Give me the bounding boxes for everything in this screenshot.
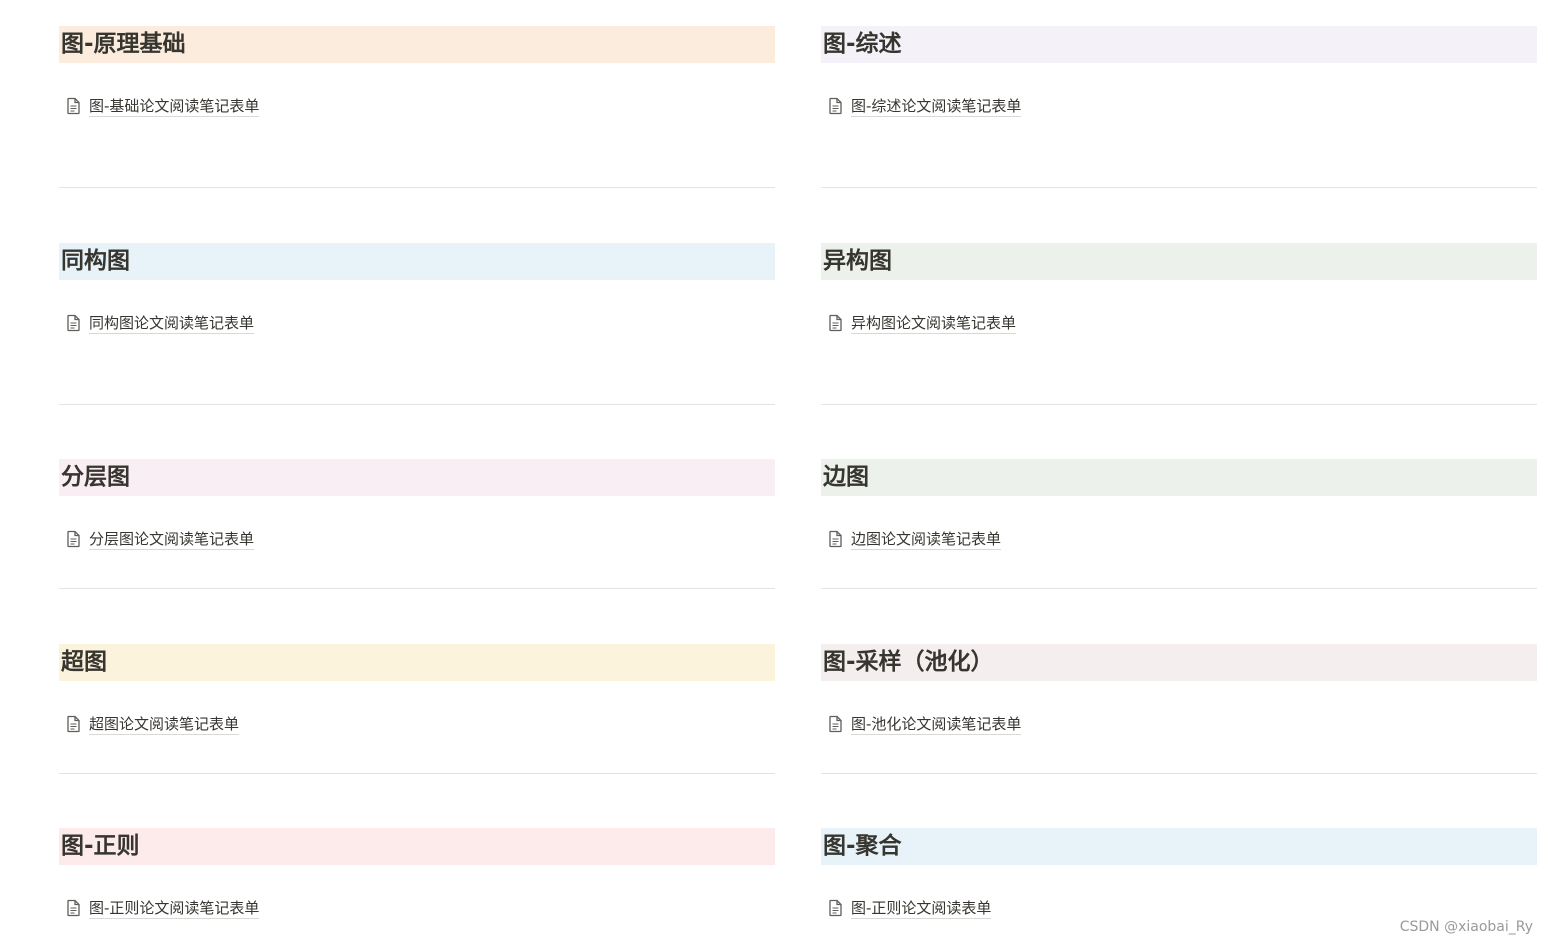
document-icon — [825, 96, 845, 116]
section-graph-regularization: 图-正则 图-正则论文阅读笔记表单 — [59, 828, 775, 919]
section-graph-survey: 图-综述 图-综述论文阅读笔记表单 — [821, 26, 1537, 188]
document-icon — [825, 714, 845, 734]
document-icon — [825, 529, 845, 549]
document-icon — [825, 313, 845, 333]
section-heading: 分层图 — [59, 459, 775, 496]
page-link-label[interactable]: 图-基础论文阅读笔记表单 — [89, 96, 260, 117]
section-hierarchical-graph: 分层图 分层图论文阅读笔记表单 — [59, 459, 775, 589]
page-link-label[interactable]: 异构图论文阅读笔记表单 — [851, 313, 1017, 334]
page-link-label[interactable]: 图-正则论文阅读表单 — [851, 898, 992, 919]
document-icon — [63, 313, 83, 333]
divider — [59, 404, 775, 405]
page-link[interactable]: 异构图论文阅读笔记表单 — [825, 311, 1017, 335]
page-link-label[interactable]: 同构图论文阅读笔记表单 — [89, 313, 255, 334]
divider — [821, 773, 1537, 774]
page-link[interactable]: 图-池化论文阅读笔记表单 — [825, 712, 1022, 736]
section-heading: 超图 — [59, 644, 775, 681]
section-heading: 图-综述 — [821, 26, 1537, 63]
page-link-label[interactable]: 边图论文阅读笔记表单 — [851, 529, 1002, 550]
page-link[interactable]: 图-综述论文阅读笔记表单 — [825, 94, 1022, 118]
section-heading: 图-聚合 — [821, 828, 1537, 865]
page-link[interactable]: 同构图论文阅读笔记表单 — [63, 311, 255, 335]
page-link[interactable]: 图-基础论文阅读笔记表单 — [63, 94, 260, 118]
section-heading: 图-原理基础 — [59, 26, 775, 63]
section-edge-graph: 边图 边图论文阅读笔记表单 — [821, 459, 1537, 589]
divider — [821, 404, 1537, 405]
section-homogeneous-graph: 同构图 同构图论文阅读笔记表单 — [59, 243, 775, 405]
divider — [59, 187, 775, 188]
page-link-label[interactable]: 超图论文阅读笔记表单 — [89, 714, 240, 735]
section-heterogeneous-graph: 异构图 异构图论文阅读笔记表单 — [821, 243, 1537, 405]
page-link-label[interactable]: 图-池化论文阅读笔记表单 — [851, 714, 1022, 735]
section-graph-pooling: 图-采样（池化） 图-池化论文阅读笔记表单 — [821, 644, 1537, 774]
document-icon — [63, 714, 83, 734]
section-graph-aggregation: 图-聚合 图-正则论文阅读表单 — [821, 828, 1537, 919]
document-icon — [63, 96, 83, 116]
section-heading: 同构图 — [59, 243, 775, 280]
section-heading: 边图 — [821, 459, 1537, 496]
page-link-label[interactable]: 图-综述论文阅读笔记表单 — [851, 96, 1022, 117]
divider — [59, 588, 775, 589]
document-icon — [63, 529, 83, 549]
page-link[interactable]: 图-正则论文阅读笔记表单 — [63, 896, 260, 920]
section-heading: 图-正则 — [59, 828, 775, 865]
section-hypergraph: 超图 超图论文阅读笔记表单 — [59, 644, 775, 774]
page-link[interactable]: 超图论文阅读笔记表单 — [63, 712, 240, 736]
page-link[interactable]: 图-正则论文阅读表单 — [825, 896, 992, 920]
page-link[interactable]: 边图论文阅读笔记表单 — [825, 527, 1002, 551]
page-link[interactable]: 分层图论文阅读笔记表单 — [63, 527, 255, 551]
divider — [821, 187, 1537, 188]
watermark: CSDN @xiaobai_Ry — [1399, 919, 1533, 935]
document-icon — [63, 898, 83, 918]
page-link-label[interactable]: 分层图论文阅读笔记表单 — [89, 529, 255, 550]
section-heading: 图-采样（池化） — [821, 644, 1537, 681]
divider — [59, 773, 775, 774]
document-icon — [825, 898, 845, 918]
divider — [821, 588, 1537, 589]
page-link-label[interactable]: 图-正则论文阅读笔记表单 — [89, 898, 260, 919]
section-graph-basics: 图-原理基础 图-基础论文阅读笔记表单 — [59, 26, 775, 188]
section-heading: 异构图 — [821, 243, 1537, 280]
